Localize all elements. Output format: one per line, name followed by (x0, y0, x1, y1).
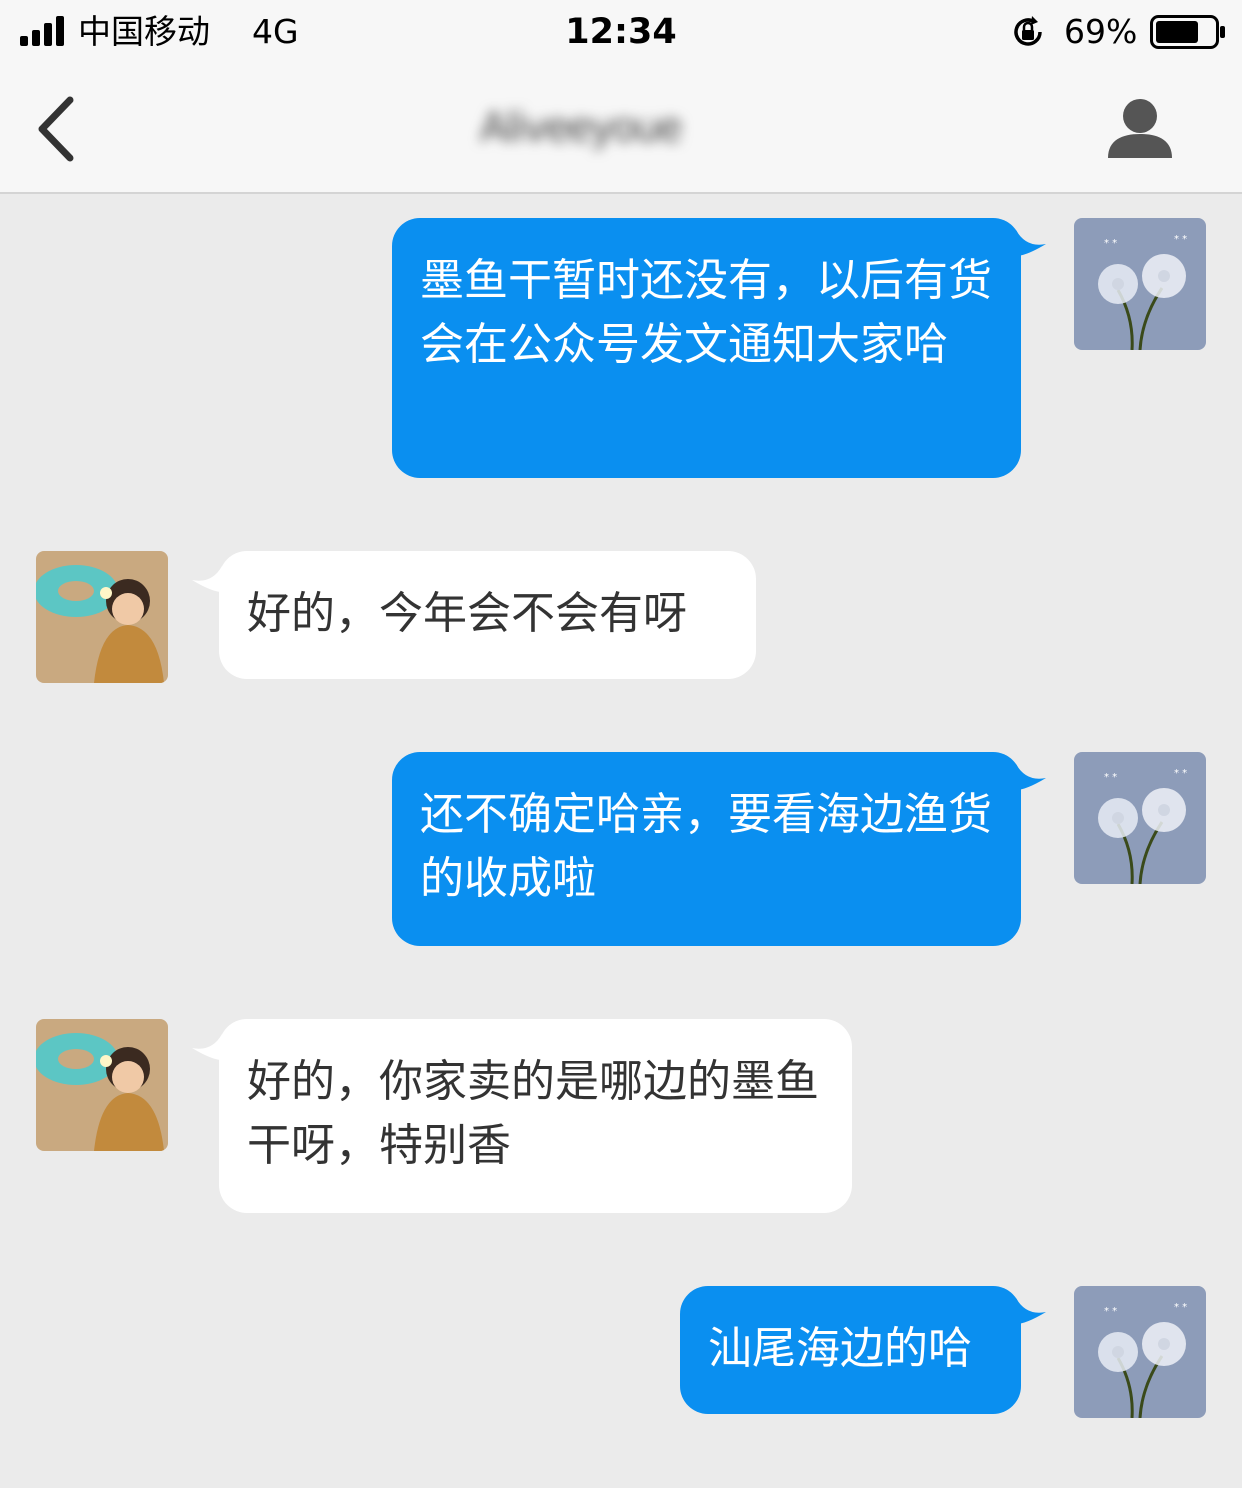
bubble-tail-incoming (192, 566, 222, 592)
back-chevron-icon[interactable] (30, 94, 86, 164)
contact-avatar[interactable] (36, 551, 168, 683)
child-avatar-image (36, 551, 168, 683)
my-avatar[interactable]: * * * * (1074, 218, 1206, 350)
svg-text:* *: * * (1174, 768, 1187, 779)
bubble-tail-outgoing (1016, 1298, 1046, 1324)
battery-percentage: 69% (1064, 12, 1138, 51)
svg-text:* *: * * (1174, 1302, 1187, 1313)
message-bubble-incoming[interactable]: 好的，你家卖的是哪边的墨鱼干呀，特别香 (219, 1019, 852, 1213)
child-avatar-image (36, 1019, 168, 1151)
chat-title: Aliveeyoue (480, 106, 683, 150)
dandelion-avatar-image: * * * * (1074, 218, 1206, 350)
svg-text:* *: * * (1104, 238, 1117, 249)
my-avatar[interactable]: * * * * (1074, 752, 1206, 884)
bubble-tail-outgoing (1016, 764, 1046, 790)
chat-message-list: 墨鱼干暂时还没有，以后有货会在公众号发文通知大家哈 * * * * 好的，今年会… (0, 194, 1242, 1488)
dandelion-avatar-image: * * * * (1074, 1286, 1206, 1418)
bubble-tail-outgoing (1016, 230, 1046, 256)
contact-avatar[interactable] (36, 1019, 168, 1151)
battery-icon (1150, 15, 1225, 49)
bubble-tail-incoming (192, 1034, 222, 1060)
status-bar: 中国移动 4G 12:34 69% (0, 0, 1242, 64)
message-bubble-outgoing[interactable]: 墨鱼干暂时还没有，以后有货会在公众号发文通知大家哈 (392, 218, 1021, 478)
navigation-bar: Aliveeyoue (0, 64, 1242, 194)
svg-text:* *: * * (1104, 772, 1117, 783)
dandelion-avatar-image: * * * * (1074, 752, 1206, 884)
my-avatar[interactable]: * * * * (1074, 1286, 1206, 1418)
message-bubble-incoming[interactable]: 好的，今年会不会有呀 (219, 551, 756, 679)
contact-profile-icon[interactable] (1104, 96, 1176, 160)
rotation-lock-icon (1014, 16, 1042, 46)
clock: 12:34 (565, 12, 677, 52)
message-bubble-outgoing[interactable]: 还不确定哈亲，要看海边渔货的收成啦 (392, 752, 1021, 946)
svg-text:* *: * * (1104, 1306, 1117, 1317)
svg-text:* *: * * (1174, 234, 1187, 245)
message-bubble-outgoing[interactable]: 汕尾海边的哈 (680, 1286, 1021, 1414)
